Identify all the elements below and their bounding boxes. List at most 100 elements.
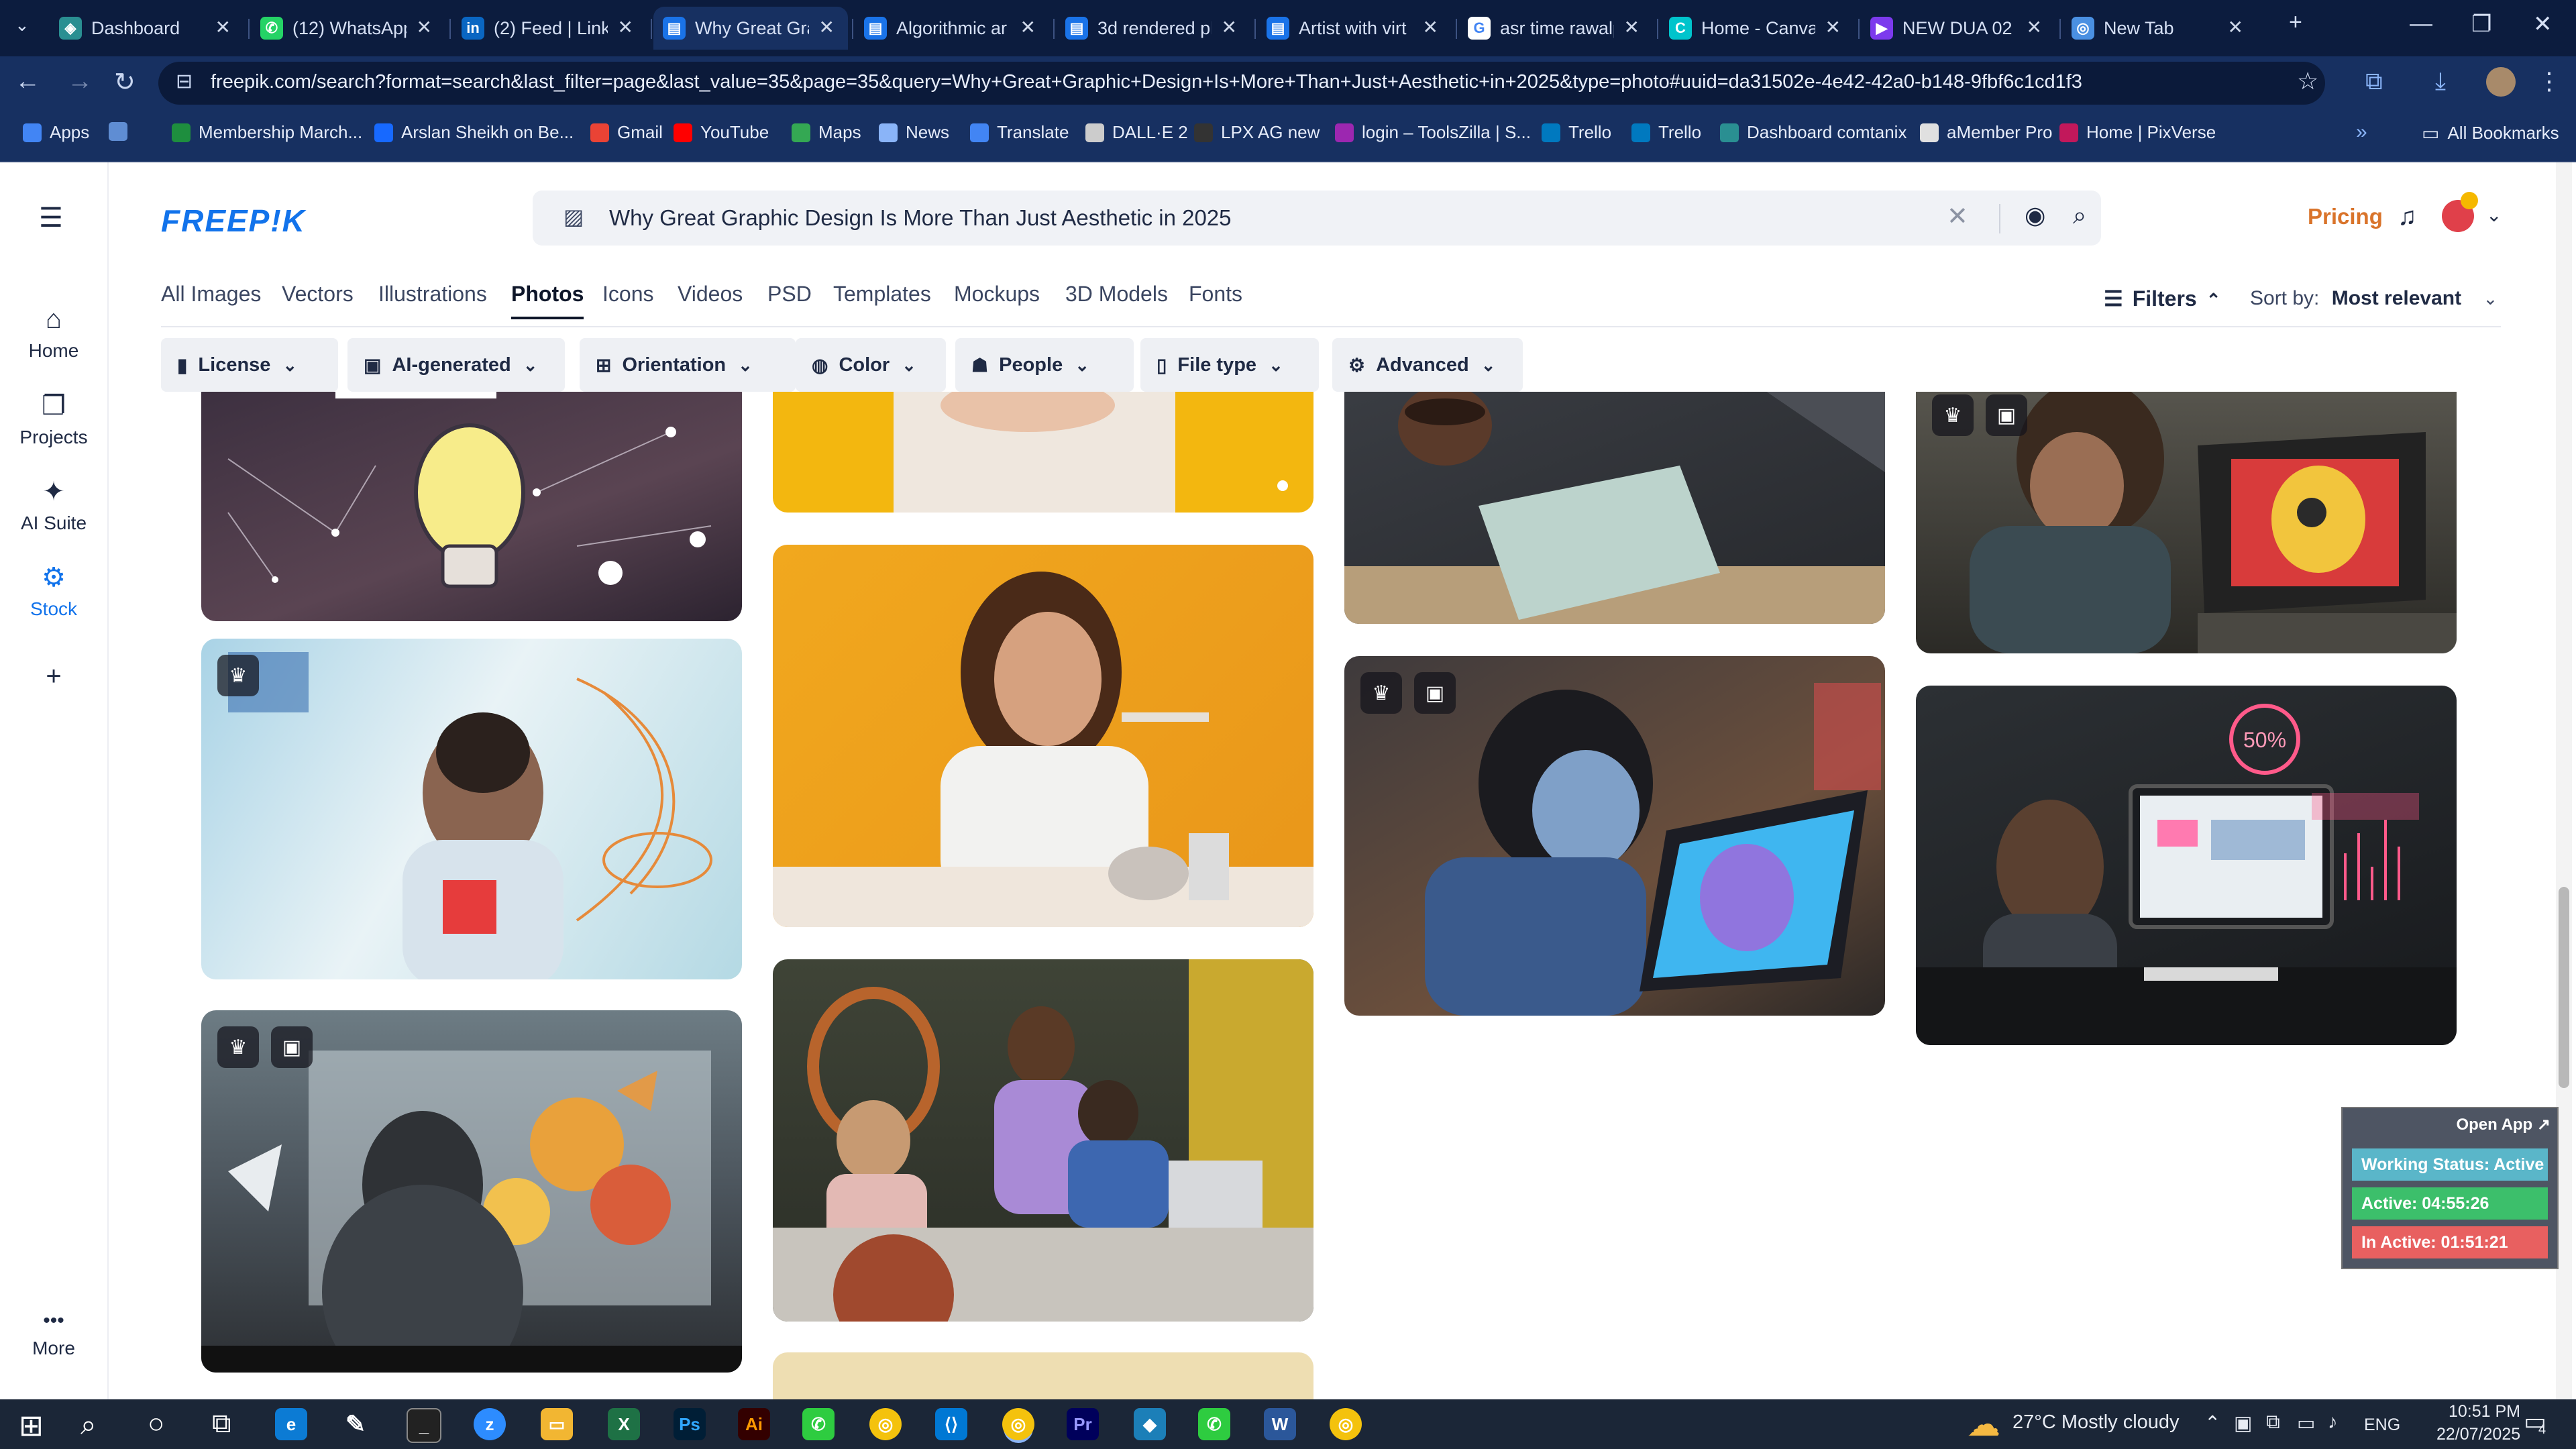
url-text[interactable]: freepik.com/search?format=search&last_fi… bbox=[211, 71, 2082, 93]
download-icon[interactable]: ⤓ bbox=[2435, 67, 2446, 96]
tab-close-icon[interactable]: ✕ bbox=[2027, 16, 2042, 38]
category-tab[interactable]: Templates bbox=[833, 282, 931, 307]
bell-icon[interactable]: ♫ bbox=[2398, 203, 2417, 231]
chrome-2-icon[interactable]: ◎ bbox=[1330, 1408, 1362, 1440]
app-diamond-icon[interactable]: ◆ bbox=[1134, 1408, 1166, 1440]
category-tab[interactable]: 3D Models bbox=[1065, 282, 1168, 307]
browser-tab[interactable]: ▤ Why Great Gra ✕ bbox=[653, 7, 848, 50]
weather-text[interactable]: 27°C Mostly cloudy bbox=[2012, 1411, 2180, 1434]
sidebar-item-more[interactable]: ••• More bbox=[0, 1309, 107, 1359]
tab-search-icon[interactable]: ⌄ bbox=[15, 15, 30, 36]
filters-toggle[interactable]: ☰ Filters ⌃ bbox=[2104, 286, 2221, 311]
tray-overflow-icon[interactable]: ⌃ bbox=[2204, 1411, 2220, 1435]
bookmark-item[interactable]: YouTube bbox=[674, 122, 769, 143]
result-card-butterflies[interactable]: ♛ ▣ bbox=[201, 1010, 742, 1373]
result-card-laptop-artist[interactable]: ♛ ▣ bbox=[1916, 392, 2457, 653]
photoshop-icon[interactable]: Ps bbox=[674, 1408, 706, 1440]
search-submit-icon[interactable]: ⌕ bbox=[2073, 201, 2086, 230]
premiere-icon[interactable]: Pr bbox=[1067, 1408, 1099, 1440]
excel-icon[interactable]: X bbox=[608, 1408, 640, 1440]
category-tab[interactable]: Fonts bbox=[1189, 282, 1242, 307]
network-icon[interactable]: ▭ bbox=[2297, 1411, 2315, 1435]
category-tab[interactable]: Videos bbox=[678, 282, 743, 307]
zoom-icon[interactable]: z bbox=[474, 1408, 506, 1440]
sidebar-item[interactable]: ⚙ Stock bbox=[0, 562, 107, 620]
forward-icon[interactable]: → bbox=[67, 67, 93, 96]
result-card-yellow-hands[interactable] bbox=[773, 392, 1313, 513]
bookmark-item[interactable]: Trello bbox=[1542, 122, 1611, 143]
bookmark-item[interactable]: News bbox=[879, 122, 949, 143]
bookmarks-overflow-icon[interactable]: » bbox=[2356, 121, 2367, 144]
pen-tool-icon[interactable]: ✎ bbox=[339, 1408, 372, 1440]
hamburger-menu-icon[interactable]: ☰ bbox=[39, 203, 63, 233]
vscode-icon[interactable]: ⟨⟩ bbox=[935, 1408, 967, 1440]
filter-button[interactable]: ☗ People ⌄ bbox=[955, 338, 1134, 392]
filter-button[interactable]: ⚙ Advanced ⌄ bbox=[1332, 338, 1523, 392]
minimize-button[interactable]: — bbox=[2410, 11, 2432, 37]
bookmark-item[interactable]: login – ToolsZilla | S... bbox=[1335, 122, 1531, 143]
bookmark-item[interactable]: Home | PixVerse bbox=[2059, 122, 2216, 143]
tab-close-icon[interactable]: ✕ bbox=[618, 16, 633, 38]
word-icon[interactable]: W bbox=[1264, 1408, 1296, 1440]
browser-tab[interactable]: ✆ (12) WhatsApp ✕ bbox=[251, 7, 445, 50]
tab-close-icon[interactable]: ✕ bbox=[1624, 16, 1640, 38]
maximize-button[interactable]: ❐ bbox=[2471, 11, 2491, 38]
bookmark-item[interactable] bbox=[109, 122, 136, 141]
filter-button[interactable]: ⊞ Orientation ⌄ bbox=[580, 338, 796, 392]
new-tab-button[interactable]: + bbox=[2289, 9, 2302, 36]
bookmark-item[interactable]: aMember Pro bbox=[1920, 122, 2053, 143]
result-card-beige[interactable] bbox=[773, 1352, 1313, 1399]
bookmark-item[interactable]: Apps bbox=[23, 122, 89, 143]
task-view-icon[interactable]: ⧉ bbox=[212, 1409, 231, 1439]
close-window-button[interactable]: ✕ bbox=[2533, 11, 2553, 38]
sort-control[interactable]: Sort by: Most relevant ⌄ bbox=[2250, 287, 2498, 310]
site-info-icon[interactable]: ⊟ bbox=[176, 70, 193, 93]
meet-now-icon[interactable]: ▣ bbox=[2234, 1411, 2252, 1435]
back-icon[interactable]: ← bbox=[15, 67, 40, 96]
chevron-down-icon[interactable]: ⌄ bbox=[2486, 204, 2502, 226]
chrome-icon[interactable]: ◎ bbox=[869, 1408, 902, 1440]
tab-close-icon[interactable]: ✕ bbox=[2228, 16, 2243, 38]
tab-close-icon[interactable]: ✕ bbox=[819, 16, 835, 38]
bookmark-item[interactable]: Trello bbox=[1631, 122, 1701, 143]
tab-close-icon[interactable]: ✕ bbox=[1222, 16, 1237, 38]
category-tab[interactable]: Mockups bbox=[954, 282, 1040, 307]
camera-search-icon[interactable]: ◉ bbox=[2025, 201, 2045, 229]
result-card-team-meeting[interactable] bbox=[773, 959, 1313, 1322]
result-card-designer-glass[interactable]: ♛ bbox=[201, 639, 742, 979]
green-app-icon[interactable]: ✆ bbox=[802, 1408, 835, 1440]
chrome-active-icon[interactable]: ◎ bbox=[1002, 1408, 1034, 1440]
profile-avatar[interactable] bbox=[2486, 67, 2516, 97]
browser-tab[interactable]: ▤ Artist with virt ✕ bbox=[1257, 7, 1452, 50]
browser-tab[interactable]: Gasr time rawalp ✕ bbox=[1458, 7, 1653, 50]
tray-app-icon[interactable]: ⧉ bbox=[2266, 1411, 2280, 1434]
cortana-icon[interactable]: ○ bbox=[148, 1407, 164, 1440]
category-tab[interactable]: Photos bbox=[511, 282, 584, 319]
language-indicator[interactable]: ENG bbox=[2364, 1415, 2400, 1435]
tab-close-icon[interactable]: ✕ bbox=[1825, 16, 1841, 38]
result-card-data-analyst[interactable]: 50% bbox=[1916, 686, 2457, 1045]
bookmark-item[interactable]: Membership March... bbox=[172, 122, 362, 143]
reload-icon[interactable]: ↻ bbox=[114, 67, 136, 97]
all-bookmarks[interactable]: ▭ All Bookmarks bbox=[2422, 122, 2559, 144]
browser-tab[interactable]: ▤ 3d rendered pl ✕ bbox=[1056, 7, 1250, 50]
edge-icon[interactable]: e bbox=[275, 1408, 307, 1440]
browser-tab[interactable]: ◎ New Tab ✕ bbox=[2062, 7, 2257, 50]
tab-close-icon[interactable]: ✕ bbox=[1020, 16, 1036, 38]
volume-icon[interactable]: ♪ bbox=[2328, 1411, 2338, 1434]
search-icon[interactable]: ⌕ bbox=[80, 1409, 97, 1442]
windows-start-icon[interactable]: ⊞ bbox=[19, 1409, 44, 1443]
sidebar-item[interactable]: + bbox=[0, 661, 107, 697]
freepik-logo[interactable]: FREEP!K bbox=[161, 203, 306, 239]
tab-close-icon[interactable]: ✕ bbox=[215, 16, 231, 38]
browser-tab[interactable]: in (2) Feed | Linke ✕ bbox=[452, 7, 647, 50]
result-card-makeup-woman[interactable] bbox=[773, 545, 1313, 927]
filter-button[interactable]: ▯ File type ⌄ bbox=[1140, 338, 1319, 392]
category-tab[interactable]: Icons bbox=[602, 282, 653, 307]
bookmark-star-icon[interactable]: ☆ bbox=[2297, 67, 2318, 95]
browser-menu-icon[interactable]: ⋮ bbox=[2537, 67, 2561, 95]
file-explorer-icon[interactable]: ▭ bbox=[541, 1408, 573, 1440]
page-scrollbar-thumb[interactable] bbox=[2559, 887, 2569, 1088]
pricing-link[interactable]: Pricing bbox=[2308, 204, 2383, 229]
category-tab[interactable]: Illustrations bbox=[378, 282, 487, 307]
